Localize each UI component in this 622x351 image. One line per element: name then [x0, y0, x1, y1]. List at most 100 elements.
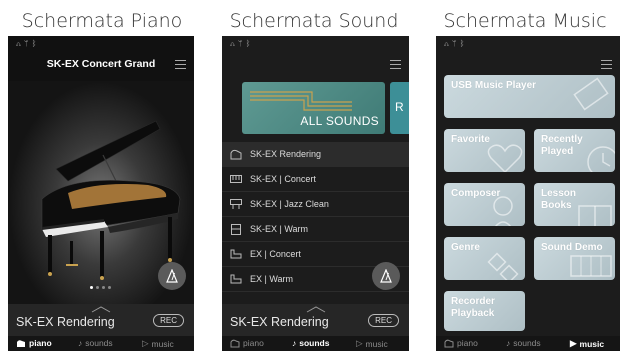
piano-outline-icon — [230, 274, 242, 284]
tile-genre[interactable]: Genre — [444, 237, 525, 280]
banner-next-label: R — [395, 100, 404, 114]
keyboard-icon — [230, 175, 242, 183]
tile-label: Lesson Books — [541, 188, 577, 211]
keyboard-stand-icon — [230, 199, 242, 209]
current-sound-name: SK-EX Rendering — [230, 315, 329, 329]
tab-music[interactable]: ▶ music — [570, 338, 604, 349]
caption-piano: Schermata Piano — [21, 10, 183, 32]
tab-sounds[interactable]: ♪ sounds — [506, 338, 541, 348]
tile-label: Composer — [451, 188, 501, 199]
sound-screen: ☊ᛘᛒ ALL SOUNDS R SK-EX Rendering SK-EX |… — [222, 36, 409, 351]
bluetooth-icon: ᛒ — [459, 39, 468, 48]
tile-composer[interactable]: Composer — [444, 183, 525, 226]
tab-music-label: music — [151, 338, 174, 349]
tab-sounds-label: sounds — [513, 338, 541, 348]
chevron-up-icon[interactable] — [305, 305, 327, 313]
tile-label: Recently Played — [541, 134, 583, 157]
usb-icon: ᛘ — [23, 39, 32, 48]
tab-sounds-label: sounds — [299, 338, 330, 348]
tile-label: Recorder Playback — [451, 296, 495, 319]
tile-label: Favorite — [451, 134, 490, 145]
tile-sound-demo[interactable]: Sound Demo — [534, 237, 615, 280]
list-item-label: SK-EX Rendering — [250, 149, 322, 159]
piano-tab-icon — [17, 339, 25, 347]
genre-tiles-icon — [487, 252, 519, 280]
heart-icon — [487, 144, 523, 172]
usb-icon: ᛘ — [451, 39, 460, 48]
page-indicator — [90, 286, 111, 289]
keys-icon — [570, 255, 612, 277]
play-outline-icon: ▷ — [356, 338, 363, 348]
menu-icon[interactable] — [390, 60, 401, 69]
now-playing-bar[interactable]: SK-EX Rendering REC piano ♪ sounds ▷ mus… — [222, 304, 409, 351]
tab-bar: piano ♪ sounds ▶ music — [436, 336, 620, 351]
menu-icon[interactable] — [175, 60, 186, 69]
tab-music[interactable]: ▷ music — [142, 338, 174, 349]
list-item[interactable]: SK-EX | Warm — [222, 217, 409, 242]
music-screen: ☊ᛘᛒ USB Music Player Favorite Recently P… — [436, 36, 620, 351]
tab-sounds[interactable]: ♪ sounds — [292, 338, 329, 348]
rec-button[interactable]: REC — [153, 314, 184, 327]
tab-bar: piano ♪ sounds ▷ music — [222, 336, 409, 351]
metronome-button[interactable] — [372, 262, 400, 290]
tab-music-label: music — [579, 338, 605, 349]
caption-sound: Schermata Sound — [229, 10, 399, 32]
tile-lesson-books[interactable]: Lesson Books — [534, 183, 615, 226]
status-icons: ☊ᛘᛒ — [230, 39, 253, 48]
tab-piano[interactable]: piano — [444, 338, 478, 348]
list-item[interactable]: SK-EX | Jazz Clean — [222, 192, 409, 217]
play-filled-icon: ▶ — [570, 338, 577, 348]
rec-button[interactable]: REC — [368, 314, 399, 327]
piano-screen: ☊ᛘᛒ SK-EX Concert Grand SK-EX Rendering … — [8, 36, 194, 351]
tab-music-label: music — [365, 338, 388, 349]
list-item-label: SK-EX | Warm — [250, 224, 309, 234]
list-item-label: EX | Concert — [250, 249, 301, 259]
list-item-label: SK-EX | Concert — [250, 174, 316, 184]
tab-piano-label: piano — [243, 338, 264, 348]
list-item[interactable]: SK-EX Rendering — [222, 142, 409, 167]
category-banner-all-sounds[interactable]: ALL SOUNDS — [242, 82, 385, 134]
menu-icon[interactable] — [601, 60, 612, 69]
tab-piano-label: piano — [457, 338, 478, 348]
tab-music[interactable]: ▷ music — [356, 338, 388, 349]
bluetooth-icon: ᛒ — [31, 39, 40, 48]
metronome-icon — [166, 269, 178, 283]
piano-title: SK-EX Concert Grand — [46, 58, 156, 70]
now-playing-bar[interactable]: SK-EX Rendering REC piano ♪ sounds ▷ mus… — [8, 304, 194, 351]
metronome-icon — [380, 269, 392, 283]
banner-label: ALL SOUNDS — [300, 114, 379, 128]
list-item[interactable]: SK-EX | Concert — [222, 167, 409, 192]
tile-recently-played[interactable]: Recently Played — [534, 129, 615, 172]
category-banner-next[interactable]: R — [390, 82, 409, 134]
tab-sounds-label: sounds — [85, 338, 113, 348]
tile-recorder-playback[interactable]: Recorder Playback — [444, 291, 525, 331]
tab-piano[interactable]: piano — [16, 338, 52, 348]
list-item-label: SK-EX | Jazz Clean — [250, 199, 329, 209]
status-icons: ☊ᛘᛒ — [16, 39, 39, 48]
note-icon: ♪ — [292, 338, 297, 348]
usb-icon: ᛘ — [237, 39, 246, 48]
tab-piano[interactable]: piano — [230, 338, 264, 348]
tile-label: USB Music Player — [451, 80, 537, 91]
current-sound-name: SK-EX Rendering — [16, 315, 115, 329]
piano-outline-icon — [230, 249, 242, 259]
play-outline-icon: ▷ — [142, 338, 149, 348]
piano-tab-icon — [444, 339, 454, 347]
headphone-icon: ☊ — [230, 39, 238, 48]
piano-tab-icon — [230, 339, 240, 347]
grand-piano-icon — [230, 149, 242, 159]
chevron-up-icon[interactable] — [90, 305, 112, 313]
bluetooth-icon: ᛒ — [245, 39, 254, 48]
tile-favorite[interactable]: Favorite — [444, 129, 525, 172]
metronome-button[interactable] — [158, 262, 186, 290]
caption-music: Schermata Music — [443, 10, 607, 32]
headphone-icon: ☊ — [444, 39, 452, 48]
tile-usb-music-player[interactable]: USB Music Player — [444, 75, 615, 118]
usb-stick-icon — [573, 77, 609, 111]
tab-sounds[interactable]: ♪ sounds — [78, 338, 113, 348]
tile-label: Sound Demo — [541, 242, 603, 253]
tab-bar: piano ♪ sounds ▷ music — [8, 336, 194, 351]
list-item-label: EX | Warm — [250, 274, 294, 284]
upright-piano-icon — [231, 223, 241, 235]
tile-label: Genre — [451, 242, 480, 253]
